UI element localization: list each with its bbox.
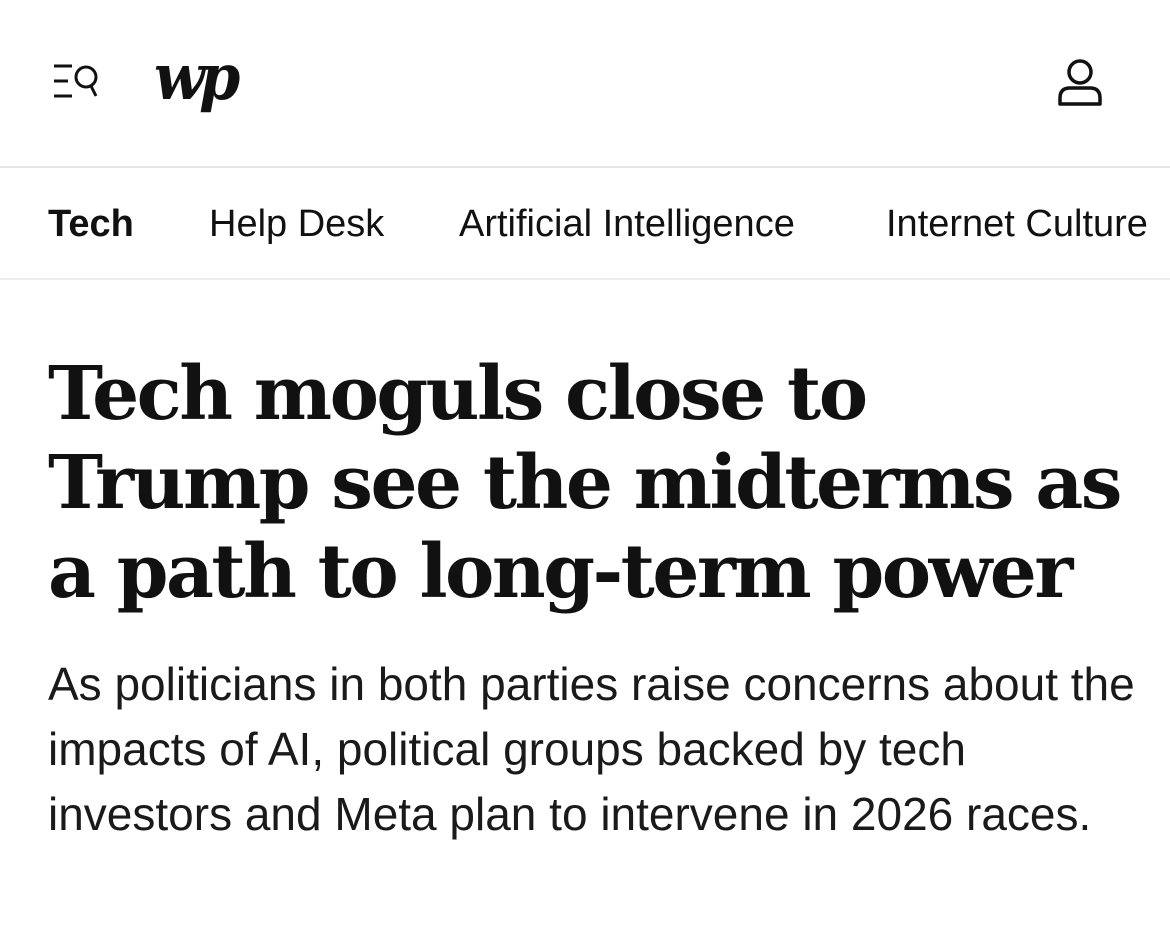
section-nav: Tech Help Desk Artificial Intelligence I… xyxy=(0,168,1170,280)
nav-item-artificial-intelligence[interactable]: Artificial Intelligence xyxy=(459,202,795,246)
nav-item-tech[interactable]: Tech xyxy=(48,202,134,246)
article-headline[interactable]: Tech moguls close to Trump see the midte… xyxy=(48,350,1148,617)
menu-search-icon[interactable] xyxy=(52,60,104,102)
nav-item-help-desk[interactable]: Help Desk xyxy=(209,202,384,246)
top-header: wp xyxy=(0,0,1170,168)
site-logo[interactable]: wp xyxy=(154,42,240,114)
nav-item-internet-culture[interactable]: Internet Culture xyxy=(886,202,1148,246)
article-dek: As politicians in both parties raise con… xyxy=(48,658,1135,840)
user-account-icon[interactable] xyxy=(1054,58,1106,108)
